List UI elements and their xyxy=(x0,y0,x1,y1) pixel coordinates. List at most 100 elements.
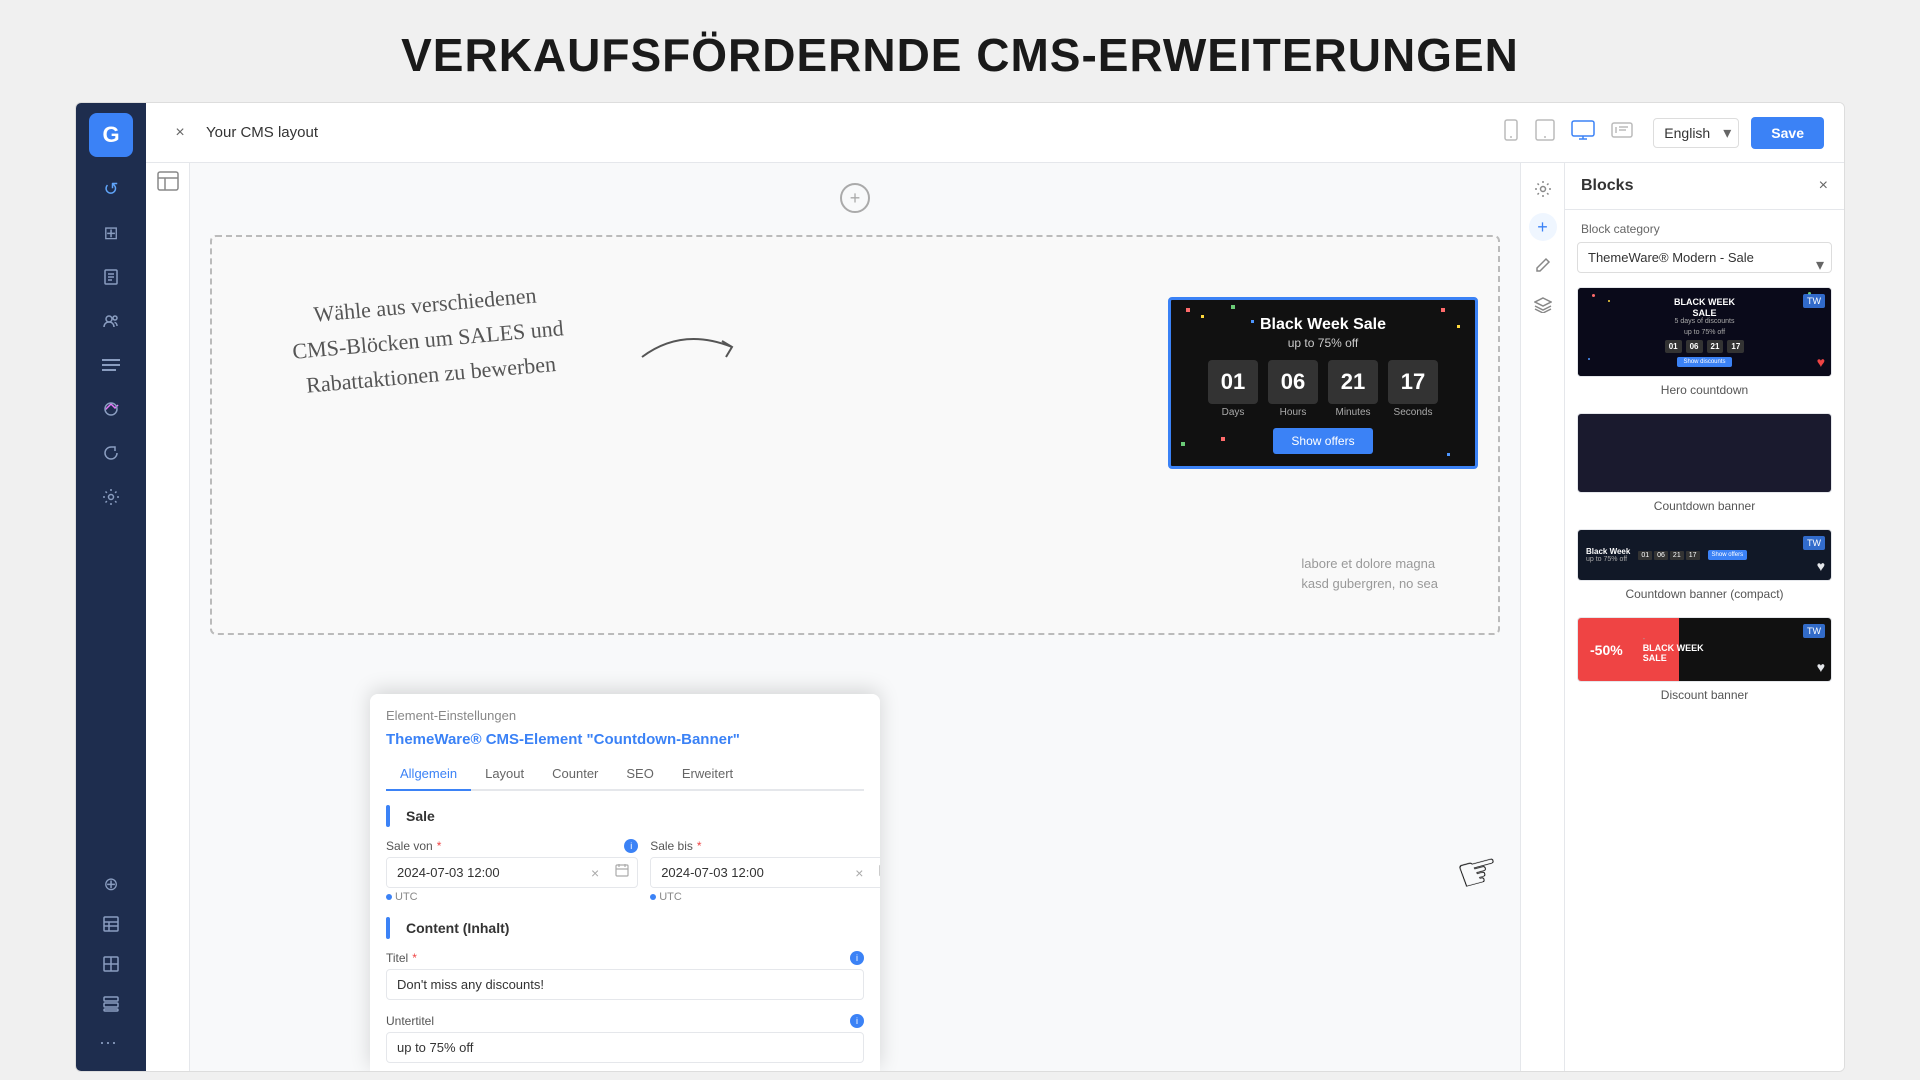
tab-seo[interactable]: SEO xyxy=(612,758,667,791)
block-name-discount: Discount banner xyxy=(1577,688,1832,702)
sale-bis-clear[interactable]: × xyxy=(847,865,871,881)
sidebar-icon-sync[interactable]: ↺ xyxy=(91,169,131,209)
sidebar-icon-users[interactable] xyxy=(91,301,131,341)
language-select[interactable]: English xyxy=(1653,118,1739,148)
tablet-icon[interactable] xyxy=(1535,119,1555,146)
sale-bis-calendar[interactable] xyxy=(871,863,880,882)
block-thumbnail-hero[interactable]: BLACK WEEKSALE 5 days of discounts up to… xyxy=(1577,287,1832,377)
thumb-hero-content: BLACK WEEKSALE 5 days of discounts up to… xyxy=(1578,288,1831,376)
save-button[interactable]: Save xyxy=(1751,117,1824,149)
sidebar-icon-settings[interactable] xyxy=(91,477,131,517)
settings-header: Element-Einstellungen ThemeWare® CMS-Ele… xyxy=(370,694,880,791)
block-heart-compact[interactable]: ♥ xyxy=(1817,558,1825,574)
page-title: VERKAUFSFÖRDERNDE CMS-ERWEITERUNGEN xyxy=(0,28,1920,82)
compact-corner-badge: TW xyxy=(1803,536,1825,550)
sidebar-more-dots[interactable]: ··· xyxy=(91,1024,131,1061)
tab-erweitert[interactable]: Erweitert xyxy=(668,758,747,791)
tab-counter[interactable]: Counter xyxy=(538,758,612,791)
element-settings-panel: Element-Einstellungen ThemeWare® CMS-Ele… xyxy=(370,694,880,1071)
settings-element-name: ThemeWare® CMS-Element "Countdown-Banner… xyxy=(386,731,864,748)
language-selector[interactable]: English xyxy=(1653,118,1739,148)
sidebar-icon-grid[interactable]: ⊞ xyxy=(91,213,131,253)
sale-von-utc: UTC xyxy=(386,891,638,903)
block-heart-discount[interactable]: ♥ xyxy=(1817,659,1825,675)
content-section-bar xyxy=(386,917,390,939)
sale-von-clear[interactable]: × xyxy=(583,865,607,881)
canvas-layout-icon[interactable] xyxy=(157,171,179,196)
lorem-text: labore et dolore magnakasd gubergren, no… xyxy=(1301,554,1438,593)
sidebar-bottom: ⊕ ··· xyxy=(91,864,131,1061)
block-thumbnail-countdown[interactable] xyxy=(1577,413,1832,493)
code-icon[interactable] xyxy=(1611,122,1633,143)
untertitel-info-icon: i xyxy=(850,1014,864,1028)
block-category-select[interactable]: ThemeWare® Modern - Sale xyxy=(1577,242,1832,273)
sale-date-row: Sale von * i × xyxy=(386,839,864,903)
banner-preview-title: Black Week Sale xyxy=(1185,316,1461,334)
add-block-button[interactable]: + xyxy=(840,183,870,213)
block-category-wrapper: ThemeWare® Modern - Sale xyxy=(1565,242,1844,287)
block-name-countdown: Countdown banner xyxy=(1577,499,1832,513)
tab-layout[interactable]: Layout xyxy=(471,758,538,791)
page-heading: VERKAUFSFÖRDERNDE CMS-ERWEITERUNGEN xyxy=(0,0,1920,102)
titel-input[interactable] xyxy=(386,969,864,1000)
settings-tabs: Allgemein Layout Counter SEO Erweitert xyxy=(386,758,864,791)
show-offers-button[interactable]: Show offers xyxy=(1273,428,1372,454)
block-item-compact: Black Week up to 75% off 01 06 21 17 Sho… xyxy=(1565,529,1844,617)
sidebar-icon-list[interactable] xyxy=(91,944,131,984)
canvas-area: + Wähle aus verschiedenenCMS-Blöcken um … xyxy=(190,163,1520,1071)
sale-von-col: Sale von * i × xyxy=(386,839,638,903)
handwritten-note: Wähle aus verschiedenenCMS-Blöcken um SA… xyxy=(288,275,568,404)
settings-body: Sale Sale von * i xyxy=(370,791,880,1071)
countdown-hours: 06 Hours xyxy=(1268,360,1318,418)
close-button[interactable]: × xyxy=(166,119,194,147)
sidebar-icon-page[interactable] xyxy=(91,257,131,297)
desktop-icon[interactable] xyxy=(1571,120,1595,145)
banner-preview-subtitle: up to 75% off xyxy=(1185,336,1461,350)
editor-wrapper: + Wähle aus verschiedenenCMS-Blöcken um … xyxy=(146,163,1844,1071)
sale-von-calendar[interactable] xyxy=(607,863,637,882)
blocks-panel: Blocks × Block category ThemeWare® Moder… xyxy=(1564,163,1844,1071)
untertitel-input[interactable] xyxy=(386,1032,864,1063)
sale-section-title: Sale xyxy=(406,808,435,824)
sidebar-icon-stack[interactable] xyxy=(91,984,131,1024)
main-container: G ↺ ⊞ ⊕ xyxy=(75,102,1845,1072)
layers-tool-icon[interactable] xyxy=(1527,289,1559,321)
block-corner-badge: TW xyxy=(1803,294,1825,308)
topbar: × Your CMS layout xyxy=(146,103,1844,163)
block-heart-hero[interactable]: ♥ xyxy=(1817,354,1825,370)
sale-bis-col: Sale bis * i × xyxy=(650,839,880,903)
block-thumbnail-compact[interactable]: Black Week up to 75% off 01 06 21 17 Sho… xyxy=(1577,529,1832,581)
untertitel-group: Untertitel i xyxy=(386,1014,864,1063)
block-name-hero: Hero countdown xyxy=(1577,383,1832,397)
countdown-days: 01 Days xyxy=(1208,360,1258,418)
sale-bis-utc: UTC xyxy=(650,891,880,903)
content-section-title: Content (Inhalt) xyxy=(406,920,509,936)
settings-tool-icon[interactable] xyxy=(1527,173,1559,205)
discount-corner-badge: TW xyxy=(1803,624,1825,638)
sidebar-icon-table[interactable] xyxy=(91,904,131,944)
canvas-left-toolbar xyxy=(146,163,190,1071)
sidebar-logo: G xyxy=(89,113,133,157)
untertitel-label: Untertitel i xyxy=(386,1014,864,1028)
titel-group: Titel * i xyxy=(386,951,864,1000)
blocks-panel-title: Blocks xyxy=(1581,177,1633,195)
sidebar-icon-add[interactable]: ⊕ xyxy=(91,864,131,904)
sale-bis-input[interactable] xyxy=(651,858,847,887)
titel-input-wrapper xyxy=(386,969,864,1000)
sidebar-icon-return[interactable] xyxy=(91,433,131,473)
sale-von-label: Sale von * i xyxy=(386,839,638,853)
sidebar-icon-marketing[interactable] xyxy=(91,389,131,429)
left-sidebar: G ↺ ⊞ ⊕ xyxy=(76,103,146,1071)
countdown-banner-preview: Black Week Sale up to 75% off 01 Days 06 xyxy=(1168,297,1478,469)
topbar-right: English Save xyxy=(1653,117,1824,149)
block-item-countdown-banner: Countdown banner xyxy=(1565,413,1844,529)
sidebar-icon-menu[interactable] xyxy=(91,345,131,385)
blocks-panel-close[interactable]: × xyxy=(1819,177,1828,195)
plus-tool-icon[interactable]: + xyxy=(1529,213,1557,241)
block-thumbnail-discount[interactable]: -50% - BLACK WEEKSALE TW ♥ xyxy=(1577,617,1832,682)
mobile-icon[interactable] xyxy=(1503,119,1519,146)
edit-tool-icon[interactable] xyxy=(1527,249,1559,281)
sale-von-input[interactable] xyxy=(387,858,583,887)
tab-allgemein[interactable]: Allgemein xyxy=(386,758,471,791)
block-category-label: Block category xyxy=(1565,210,1844,242)
